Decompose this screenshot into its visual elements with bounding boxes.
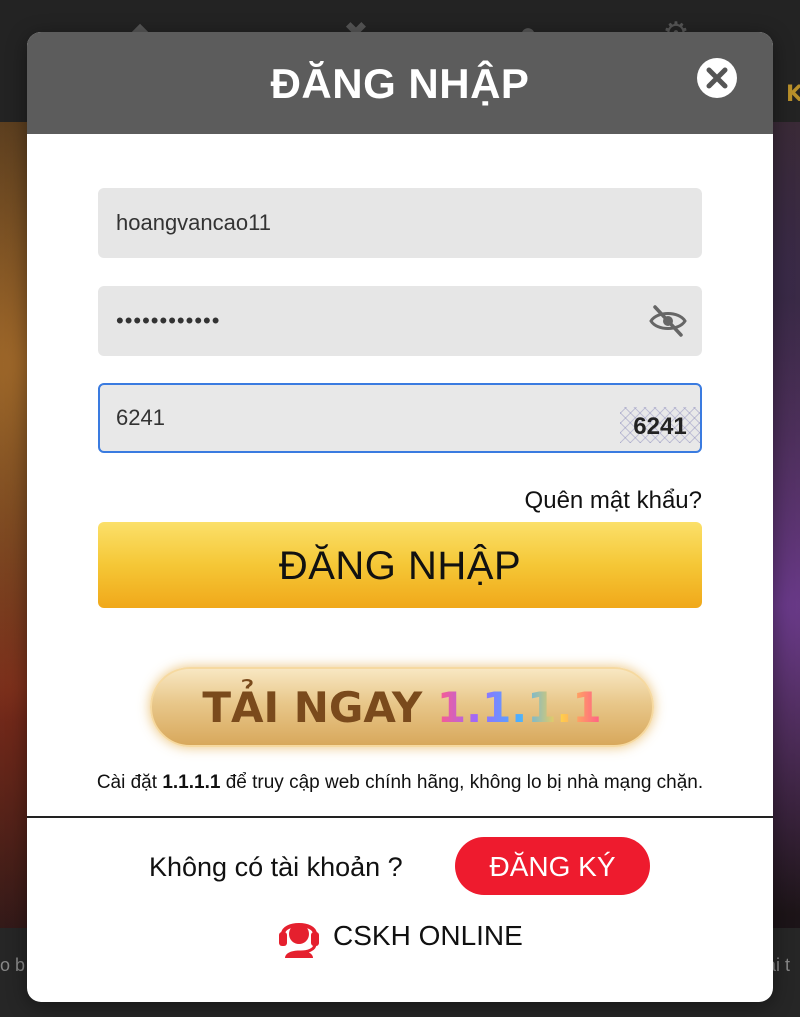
install-note-suffix: để truy cập web chính hãng, không lo bị …	[225, 772, 704, 793]
captcha-input[interactable]	[116, 385, 616, 451]
divider	[27, 816, 773, 818]
support-label: CSKH ONLINE	[333, 920, 523, 951]
headset-icon	[279, 923, 319, 958]
password-field[interactable]: ••••••••••••	[98, 286, 702, 356]
download-button[interactable]: TẢI NGAY 1.1.1.1	[150, 667, 654, 747]
download-version: 1.1.1.1	[436, 683, 602, 732]
eye-slash-icon[interactable]	[648, 303, 688, 339]
close-button[interactable]	[697, 58, 737, 98]
no-account-label: Không có tài khoản ?	[149, 852, 403, 882]
download-label: TẢI NGAY	[202, 683, 423, 732]
close-icon	[698, 59, 736, 97]
username-input[interactable]	[116, 188, 616, 258]
install-note-prefix: Cài đặt	[96, 772, 158, 793]
captcha-field[interactable]: 6241	[98, 383, 702, 453]
register-button[interactable]: ĐĂNG KÝ	[455, 837, 650, 895]
password-input[interactable]: ••••••••••••	[116, 286, 220, 356]
forgot-password-link[interactable]: Quên mật khẩu?	[27, 487, 702, 515]
background-menu-text: K	[786, 82, 800, 107]
username-field[interactable]	[98, 188, 702, 258]
modal-title: ĐĂNG NHẬP	[270, 60, 530, 107]
install-note: Cài đặt 1.1.1.1 để truy cập web chính hã…	[27, 772, 773, 794]
background-bottom-text: o b	[0, 955, 26, 975]
login-modal: ĐĂNG NHẬP •••••••••••• 6241 Quên mật khẩ…	[27, 32, 773, 1002]
login-button[interactable]: ĐĂNG NHẬP	[98, 522, 702, 608]
captcha-image[interactable]: 6241	[620, 407, 700, 443]
install-note-version: 1.1.1.1	[162, 772, 221, 793]
